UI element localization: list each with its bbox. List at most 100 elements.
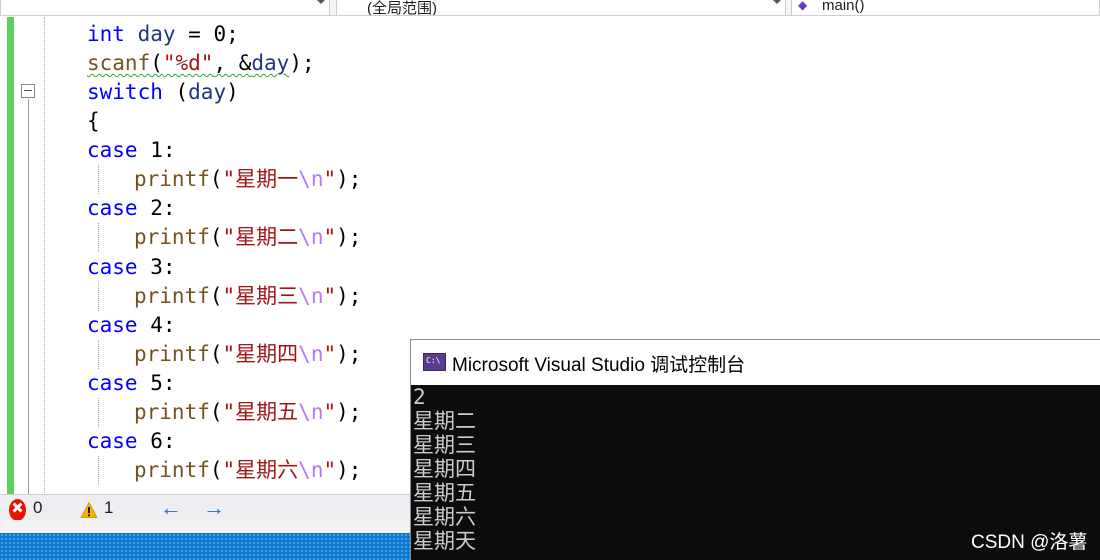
code-token: ( xyxy=(209,225,223,250)
console-title: Microsoft Visual Studio 调试控制台 xyxy=(452,355,746,376)
code-token: ); xyxy=(336,341,362,366)
code-token: printf xyxy=(134,341,210,366)
warning-count[interactable]: 1 xyxy=(104,497,113,519)
code-token: , & xyxy=(213,51,252,76)
code-token: \n xyxy=(298,458,324,483)
code-line[interactable]: switch (day) xyxy=(87,78,239,107)
scope-dropdown[interactable]: (全局范围) xyxy=(336,0,786,16)
scope-dropdown-label: (全局范围) xyxy=(367,0,437,16)
code-token: " xyxy=(323,283,337,308)
collapse-toggle[interactable] xyxy=(21,84,35,98)
code-line[interactable]: case 3: xyxy=(87,253,176,282)
indent-guide xyxy=(98,223,99,253)
code-token: "星期三 xyxy=(222,283,299,308)
code-line[interactable]: int day = 0; xyxy=(87,20,239,49)
code-token: ) xyxy=(226,80,239,105)
code-token: 5: xyxy=(137,370,176,395)
code-token: printf xyxy=(134,283,210,308)
watermark: CSDN @洛薯 xyxy=(971,532,1088,553)
navigation-bar: (全局范围) ◆ main() xyxy=(0,0,1100,16)
code-line[interactable]: printf("星期一\n"); xyxy=(134,165,361,194)
error-icon[interactable] xyxy=(9,499,26,521)
code-token: ); xyxy=(336,167,362,192)
member-dropdown[interactable]: ◆ main() xyxy=(791,0,1100,15)
code-token: switch xyxy=(87,80,163,105)
warning-icon[interactable] xyxy=(80,499,98,521)
code-token: " xyxy=(323,225,337,250)
code-token: ( xyxy=(209,167,223,192)
code-token: printf xyxy=(134,167,210,192)
code-token: case xyxy=(87,370,138,395)
console-app-icon: C:\ xyxy=(423,353,446,371)
code-line[interactable]: printf("星期五\n"); xyxy=(134,398,361,427)
code-line[interactable]: printf("星期四\n"); xyxy=(134,340,361,369)
code-token: ( xyxy=(209,399,223,424)
code-token: 2: xyxy=(137,196,176,221)
code-token: \n xyxy=(298,283,324,308)
method-icon: ◆ xyxy=(798,0,808,12)
code-token: = 0; xyxy=(175,22,239,46)
code-token: \n xyxy=(298,225,324,250)
code-token: { xyxy=(87,109,100,134)
code-token: day xyxy=(251,51,290,76)
change-tracking-bar xyxy=(7,17,14,495)
console-output-line: 星期五 xyxy=(413,481,476,505)
code-token: " xyxy=(323,458,337,483)
code-token: ( xyxy=(150,51,163,76)
indent-guide xyxy=(98,165,99,195)
code-line[interactable]: case 2: xyxy=(87,194,176,223)
code-token: "星期六 xyxy=(222,458,299,483)
code-line[interactable]: printf("星期六\n"); xyxy=(134,456,361,485)
code-token: "%d" xyxy=(162,51,214,76)
code-token: case xyxy=(87,254,138,279)
code-token: "星期五 xyxy=(222,399,299,424)
code-token: printf xyxy=(134,458,210,483)
code-token: " xyxy=(323,167,337,192)
code-token: ( xyxy=(209,341,223,366)
code-line[interactable]: { xyxy=(87,107,100,136)
code-token: printf xyxy=(134,225,210,250)
code-line[interactable]: case 1: xyxy=(87,136,176,165)
project-dropdown[interactable] xyxy=(0,0,330,15)
code-line[interactable]: case 6: xyxy=(87,427,176,456)
code-token: \n xyxy=(298,167,324,192)
code-token: case xyxy=(87,138,138,163)
code-token: ); xyxy=(336,399,362,424)
code-token: ); xyxy=(336,283,362,308)
outline-fold-line xyxy=(28,99,29,495)
code-token: 3: xyxy=(137,254,176,279)
error-count[interactable]: 0 xyxy=(33,497,42,519)
code-token: scanf xyxy=(87,51,151,76)
code-token: 4: xyxy=(137,312,176,337)
code-line[interactable]: scanf("%d", &day); xyxy=(87,49,315,78)
code-line[interactable]: printf("星期三\n"); xyxy=(134,282,361,311)
console-output-line: 2 xyxy=(413,385,426,409)
indent-guide xyxy=(98,456,99,486)
member-dropdown-label: main() xyxy=(822,0,865,14)
code-token: "星期二 xyxy=(222,225,299,250)
code-token: ( xyxy=(209,458,223,483)
code-token: case xyxy=(87,312,138,337)
indent-guide xyxy=(98,339,99,369)
code-token: day xyxy=(137,22,176,46)
code-token: "星期四 xyxy=(222,341,299,366)
navigate-forward-button[interactable]: → xyxy=(203,497,225,519)
code-line[interactable]: case 4: xyxy=(87,311,176,340)
code-token: ); xyxy=(289,51,315,76)
code-token: "星期一 xyxy=(222,167,299,192)
code-line[interactable]: printf("星期二\n"); xyxy=(134,223,361,252)
console-output-line: 星期四 xyxy=(413,457,476,481)
code-line[interactable]: case 5: xyxy=(87,369,176,398)
code-token: case xyxy=(87,428,138,453)
navigate-back-button[interactable]: ← xyxy=(160,497,182,519)
code-token: printf xyxy=(134,399,210,424)
console-icon-text: C:\ xyxy=(426,356,441,365)
indent-guide xyxy=(98,397,99,427)
console-title-bar[interactable]: C:\ Microsoft Visual Studio 调试控制台 xyxy=(411,340,1100,385)
code-token: int xyxy=(87,22,125,46)
outline-guide xyxy=(44,17,45,495)
code-token: case xyxy=(87,196,138,221)
console-output-line: 星期二 xyxy=(413,409,476,433)
code-token: 6: xyxy=(137,428,176,453)
